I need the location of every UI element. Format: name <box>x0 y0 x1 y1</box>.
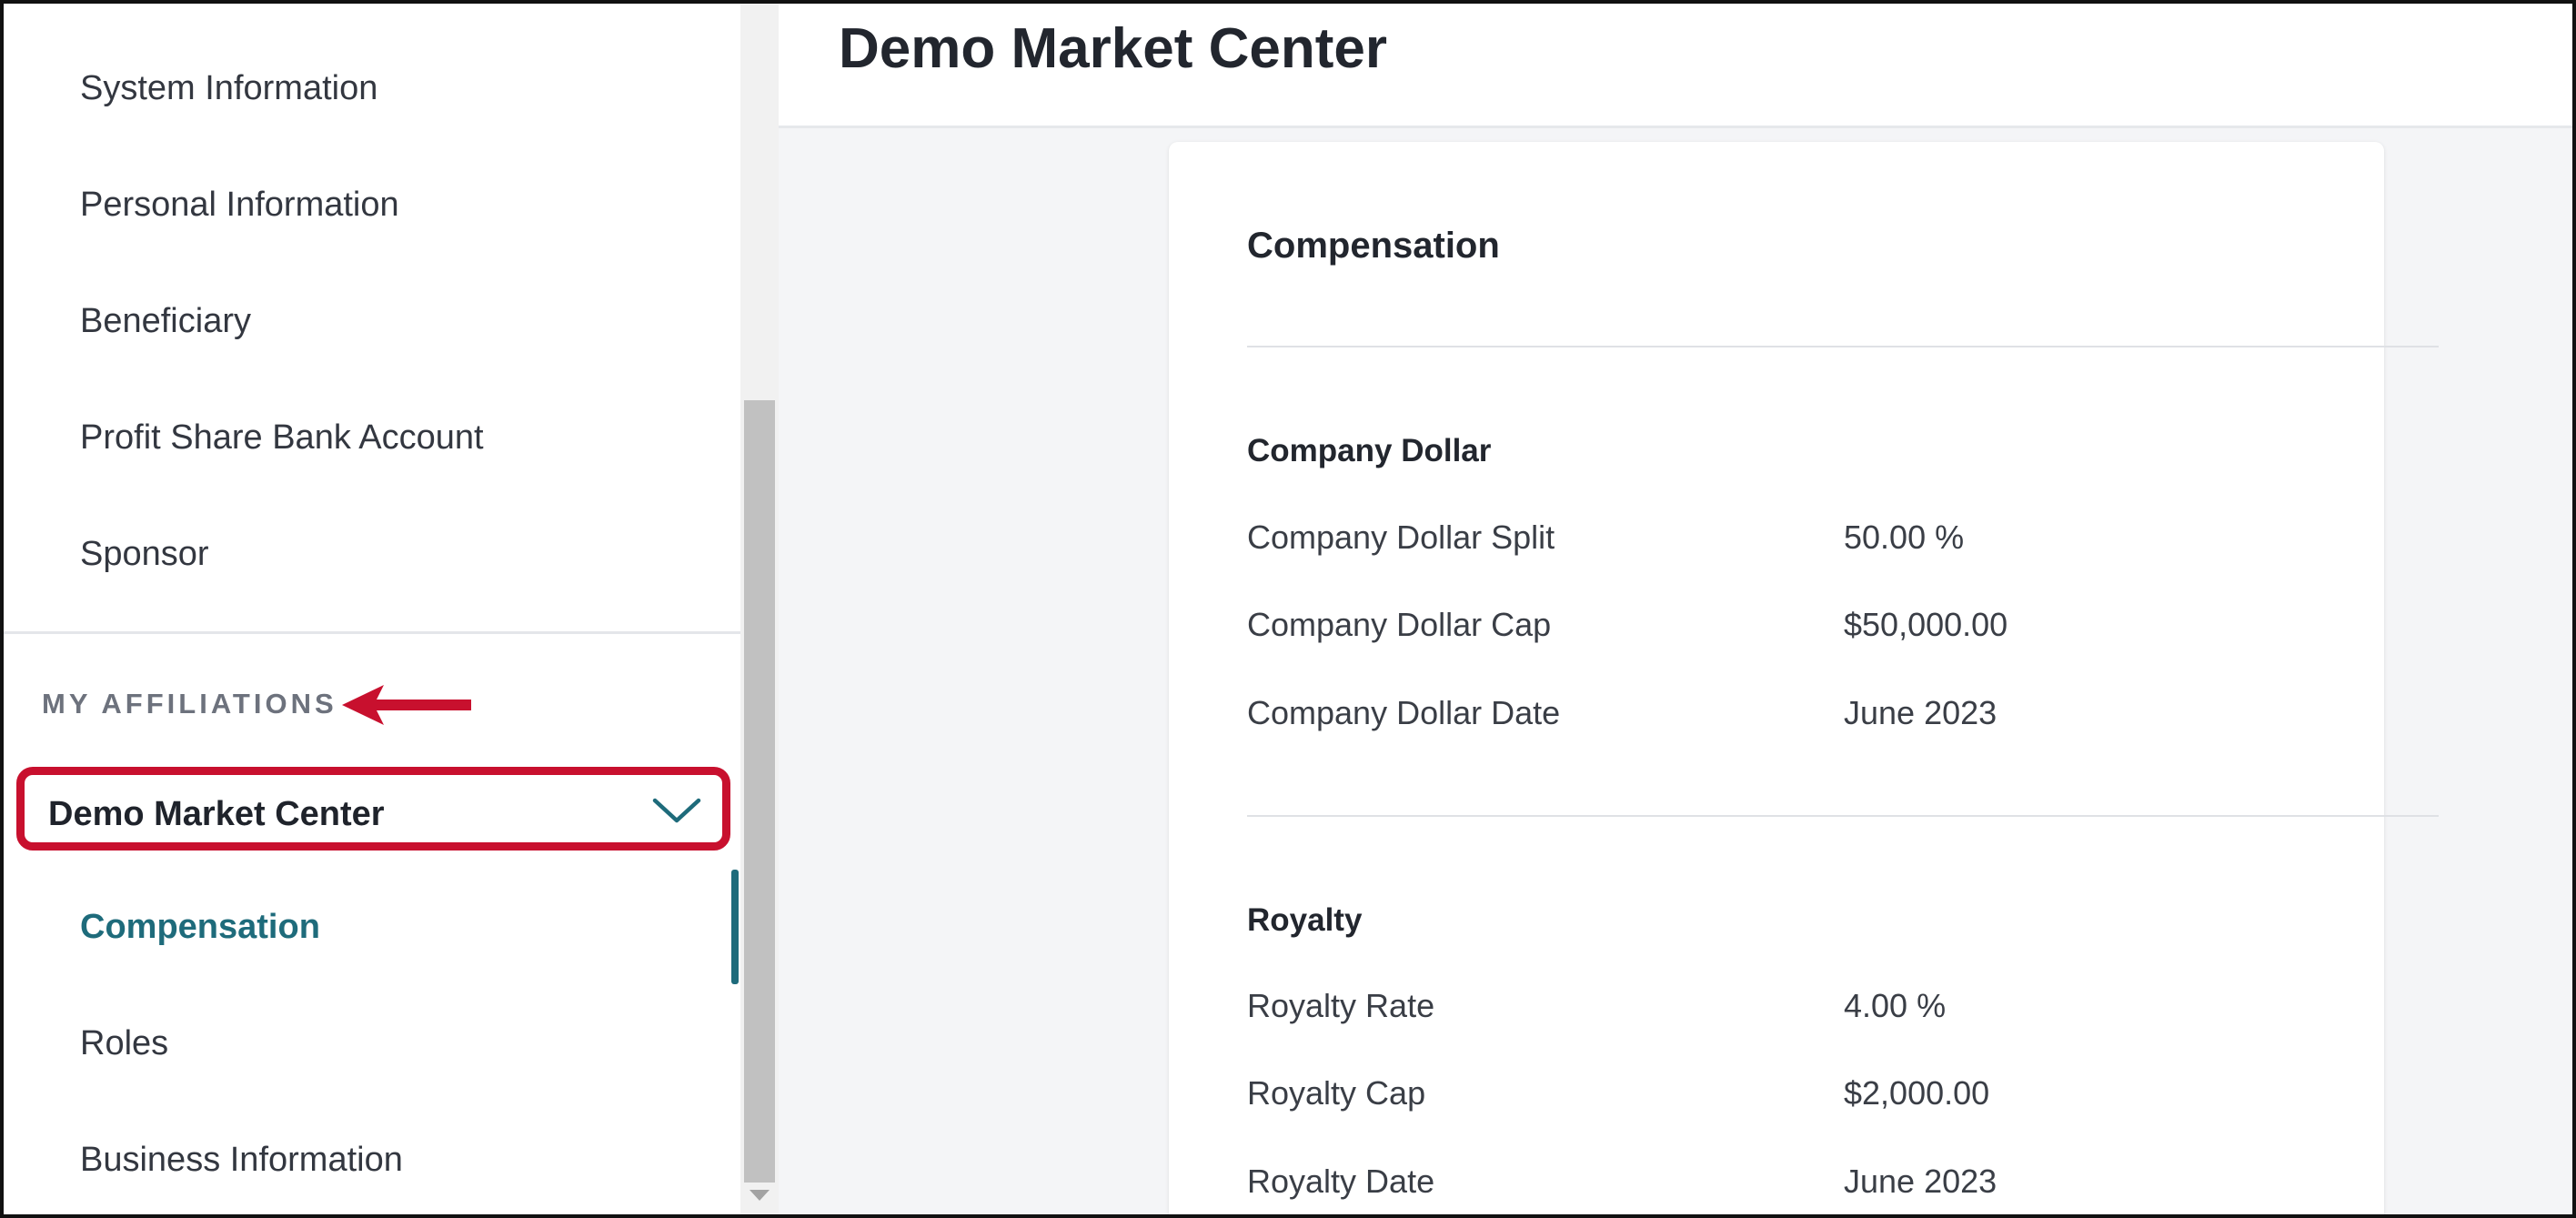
sidebar-item-compensation[interactable]: Compensation <box>80 908 320 947</box>
sidebar-divider <box>4 631 740 634</box>
affiliation-name: Demo Market Center <box>48 795 385 833</box>
row-label-royalty-cap: Royalty Cap <box>1247 1074 1426 1112</box>
card-title: Compensation <box>1247 226 1500 266</box>
sidebar-item-beneficiary[interactable]: Beneficiary <box>80 302 251 341</box>
scroll-down-arrow-icon[interactable] <box>750 1190 770 1201</box>
active-indicator <box>731 870 739 984</box>
sidebar-item-system-information[interactable]: System Information <box>80 69 377 108</box>
row-label-royalty-rate: Royalty Rate <box>1247 987 1435 1024</box>
page-header: Demo Market Center <box>779 4 2572 128</box>
row-label-company-dollar-date: Company Dollar Date <box>1247 694 1561 731</box>
screenshot-frame: System Information Personal Information … <box>0 0 2576 1218</box>
row-value-royalty-rate: 4.00 % <box>1844 987 1947 1024</box>
row-label-company-dollar-cap: Company Dollar Cap <box>1247 606 1552 643</box>
arrow-left-annotation-icon <box>342 685 471 725</box>
row-value-royalty-cap: $2,000.00 <box>1844 1074 1990 1112</box>
main-content: Demo Market Center Compensation Company … <box>779 4 2572 1214</box>
section-label-my-affiliations: MY AFFILIATIONS <box>42 688 337 720</box>
page-title: Demo Market Center <box>839 17 1387 80</box>
chevron-down-icon[interactable] <box>651 795 702 828</box>
row-value-royalty-date: June 2023 <box>1844 1163 1997 1200</box>
sidebar-scrollbar[interactable] <box>740 4 779 1214</box>
sidebar-item-sponsor[interactable]: Sponsor <box>80 535 209 574</box>
card-divider <box>1247 346 2439 347</box>
group-title-royalty: Royalty <box>1247 902 1363 938</box>
group-title-company-dollar: Company Dollar <box>1247 433 1492 468</box>
row-value-company-dollar-split: 50.00 % <box>1844 518 1965 556</box>
sidebar-item-personal-information[interactable]: Personal Information <box>80 186 399 225</box>
sidebar: System Information Personal Information … <box>4 4 740 1214</box>
sidebar-item-profit-share-bank-account[interactable]: Profit Share Bank Account <box>80 418 484 458</box>
row-label-company-dollar-split: Company Dollar Split <box>1247 518 1555 556</box>
row-value-company-dollar-date: June 2023 <box>1844 694 1997 731</box>
compensation-card: Compensation Company Dollar Company Doll… <box>1169 142 2439 1214</box>
sidebar-item-business-information[interactable]: Business Information <box>80 1141 403 1180</box>
scrollbar-thumb[interactable] <box>744 400 775 1183</box>
sidebar-item-roles[interactable]: Roles <box>80 1024 168 1063</box>
row-label-royalty-date: Royalty Date <box>1247 1163 1435 1200</box>
affiliation-dropdown[interactable]: Demo Market Center <box>16 767 730 851</box>
row-value-company-dollar-cap: $50,000.00 <box>1844 606 2008 643</box>
card-divider <box>1247 815 2439 817</box>
